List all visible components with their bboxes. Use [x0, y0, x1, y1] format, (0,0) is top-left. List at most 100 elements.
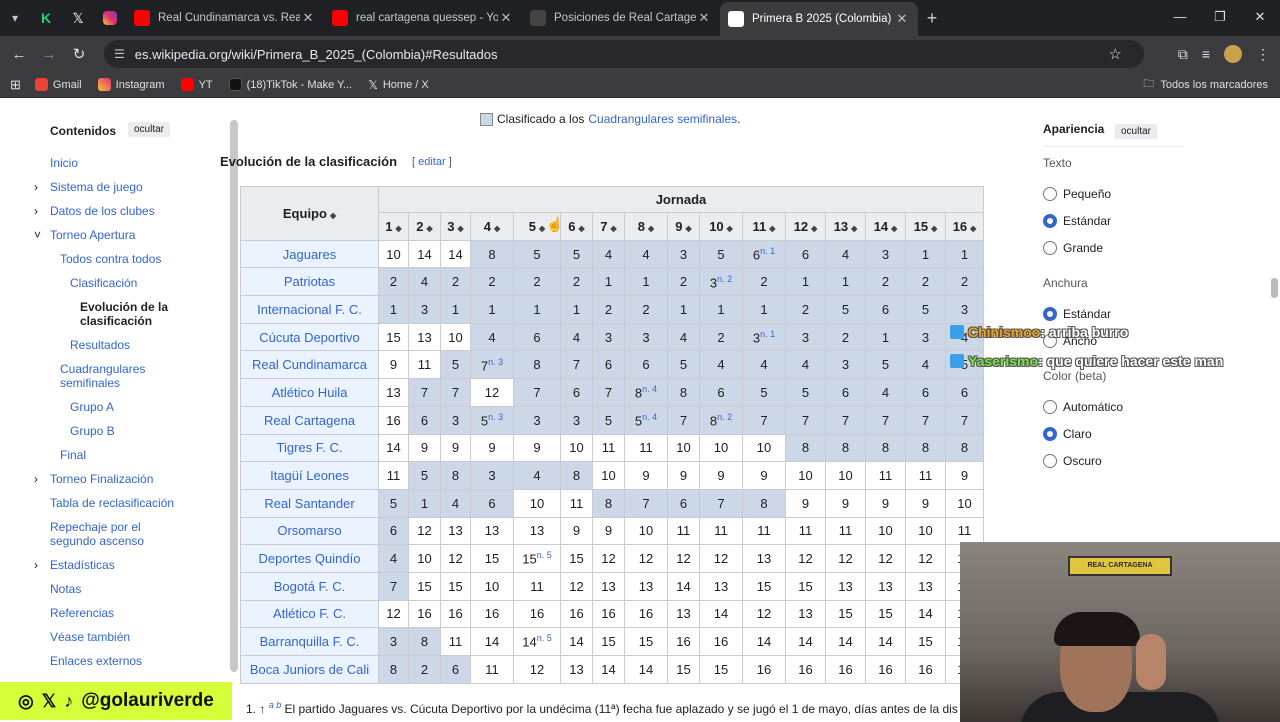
bookmark-gmail[interactable]: Gmail: [34, 78, 82, 91]
legend-link[interactable]: Cuadrangulares semifinales: [588, 112, 737, 126]
tab-close-icon[interactable]: ✕: [894, 11, 910, 27]
team-name-link[interactable]: Barranquilla F. C.: [240, 627, 379, 656]
radio-option[interactable]: Claro: [1043, 427, 1092, 441]
expand-chevron-icon[interactable]: ›: [34, 472, 38, 486]
round-header[interactable]: 16 ◆: [945, 212, 984, 241]
toc-item[interactable]: Tabla de reclasificación: [50, 496, 174, 510]
round-header[interactable]: 14 ◆: [865, 212, 906, 241]
round-header[interactable]: 3 ◆: [440, 212, 471, 241]
radio-button[interactable]: [1043, 307, 1057, 321]
sort-icon[interactable]: ◆: [330, 211, 336, 220]
apps-grid-icon[interactable]: ⊞: [10, 77, 21, 93]
toc-item[interactable]: Referencias: [50, 606, 114, 620]
toc-item[interactable]: Evolución de la clasificación: [80, 300, 176, 328]
pinned-tab-instagram[interactable]: [94, 4, 126, 32]
site-info-icon[interactable]: ☰: [114, 47, 125, 61]
toc-item[interactable]: Estadísticas: [50, 558, 115, 572]
media-control-icon[interactable]: ≡: [1202, 46, 1210, 62]
toc-item[interactable]: Repechaje por el segundo ascenso: [50, 520, 160, 548]
radio-button[interactable]: [1043, 427, 1057, 441]
reload-button[interactable]: ↻: [64, 45, 94, 63]
round-header[interactable]: 13 ◆: [825, 212, 866, 241]
sort-icon[interactable]: ◆: [727, 224, 733, 233]
team-column-header[interactable]: Equipo ◆: [240, 186, 379, 241]
pinned-tab-k[interactable]: K: [30, 4, 62, 32]
bookmark-instagram[interactable]: Instagram: [97, 78, 165, 91]
radio-button[interactable]: [1043, 187, 1057, 201]
note-reference[interactable]: n. 4: [642, 412, 657, 422]
toc-item[interactable]: Grupo B: [70, 424, 115, 438]
browser-tab[interactable]: real cartagena quessep - YouTu✕: [324, 3, 522, 33]
team-name-link[interactable]: Real Santander: [240, 488, 379, 518]
sort-icon[interactable]: ◆: [769, 224, 775, 233]
toc-item[interactable]: Datos de los clubes: [50, 204, 155, 218]
toc-item[interactable]: Torneo Finalización: [50, 472, 153, 486]
expand-chevron-icon[interactable]: ›: [34, 204, 38, 218]
round-header[interactable]: 10 ◆: [699, 212, 743, 241]
sort-icon[interactable]: ◆: [811, 224, 817, 233]
new-tab-button[interactable]: +: [918, 8, 946, 29]
team-name-link[interactable]: Internacional F. C.: [240, 295, 379, 324]
radio-button[interactable]: [1043, 454, 1057, 468]
sort-icon[interactable]: ◆: [851, 224, 857, 233]
sort-icon[interactable]: ◆: [494, 224, 500, 233]
round-header[interactable]: 15 ◆: [905, 212, 946, 241]
expand-chevron-icon[interactable]: ˅: [34, 228, 41, 242]
radio-option[interactable]: Estándar: [1043, 307, 1111, 321]
sort-icon[interactable]: ◆: [458, 224, 464, 233]
team-name-link[interactable]: Real Cartagena: [240, 405, 379, 435]
toc-item[interactable]: Todos contra todos: [60, 252, 161, 266]
team-name-link[interactable]: Real Cundinamarca: [240, 350, 379, 380]
team-name-link[interactable]: Tigres F. C.: [240, 433, 379, 463]
round-header[interactable]: 7 ◆: [592, 212, 625, 241]
browser-tab[interactable]: Posiciones de Real Cartagena e✕: [522, 3, 720, 33]
note-reference[interactable]: n. 5: [537, 633, 552, 643]
note-reference[interactable]: n. 4: [642, 384, 657, 394]
toc-item[interactable]: Enlaces externos: [50, 654, 142, 668]
round-header[interactable]: 9 ◆: [667, 212, 700, 241]
note-reference[interactable]: n. 3: [488, 412, 503, 422]
toc-scrollbar[interactable]: [230, 120, 238, 672]
bookmark-star-icon[interactable]: ☆: [1109, 45, 1122, 63]
sort-icon[interactable]: ◆: [611, 224, 617, 233]
note-reference[interactable]: n. 3: [488, 357, 503, 367]
minimize-button[interactable]: —: [1160, 0, 1200, 36]
toc-item[interactable]: Final: [60, 448, 86, 462]
sort-icon[interactable]: ◆: [686, 224, 692, 233]
toc-item[interactable]: Notas: [50, 582, 81, 596]
note-reference[interactable]: n. 1: [760, 329, 775, 339]
sort-icon[interactable]: ◆: [427, 224, 433, 233]
tab-close-icon[interactable]: ✕: [696, 10, 712, 26]
team-name-link[interactable]: Cúcuta Deportivo: [240, 322, 379, 352]
team-name-link[interactable]: Orsomarso: [240, 516, 379, 546]
extensions-icon[interactable]: ⧉: [1178, 46, 1188, 63]
radio-option[interactable]: Oscuro: [1043, 454, 1102, 468]
round-header[interactable]: 2 ◆: [408, 212, 441, 241]
all-bookmarks[interactable]: 🗀 Todos los marcadores: [1143, 75, 1268, 94]
radio-button[interactable]: [1043, 241, 1057, 255]
bookmark-yt[interactable]: YT: [180, 78, 213, 91]
round-header[interactable]: 1 ◆: [378, 212, 409, 241]
tab-close-icon[interactable]: ✕: [300, 10, 316, 26]
round-header[interactable]: 6 ◆: [560, 212, 593, 241]
toc-item[interactable]: Torneo Apertura: [50, 228, 135, 242]
radio-option[interactable]: Automático: [1043, 400, 1123, 414]
profile-avatar[interactable]: [1224, 45, 1242, 63]
bookmark-tiktok[interactable]: (18)TikTok - Make Y...: [228, 78, 352, 91]
page-scrollbar[interactable]: [1271, 278, 1278, 298]
edit-link[interactable]: editar: [418, 156, 446, 168]
close-window-button[interactable]: ✕: [1240, 0, 1280, 36]
note-reference[interactable]: n. 2: [717, 412, 732, 422]
radio-button[interactable]: [1043, 214, 1057, 228]
sort-icon[interactable]: ◆: [648, 224, 654, 233]
browser-tab[interactable]: Real Cundinamarca vs. Real Car✕: [126, 3, 324, 33]
browser-tab[interactable]: Primera B 2025 (Colombia) - Wi✕: [720, 2, 918, 36]
team-name-link[interactable]: Atlético F. C.: [240, 599, 379, 629]
toc-item[interactable]: Grupo A: [70, 400, 114, 414]
round-header[interactable]: 11 ◆: [742, 212, 786, 241]
note-reference[interactable]: n. 1: [760, 246, 775, 256]
toc-item[interactable]: Inicio: [50, 156, 78, 170]
team-name-link[interactable]: Jaguares: [240, 239, 379, 269]
menu-kebab-icon[interactable]: ⋮: [1256, 46, 1270, 63]
toc-item[interactable]: Sistema de juego: [50, 180, 143, 194]
